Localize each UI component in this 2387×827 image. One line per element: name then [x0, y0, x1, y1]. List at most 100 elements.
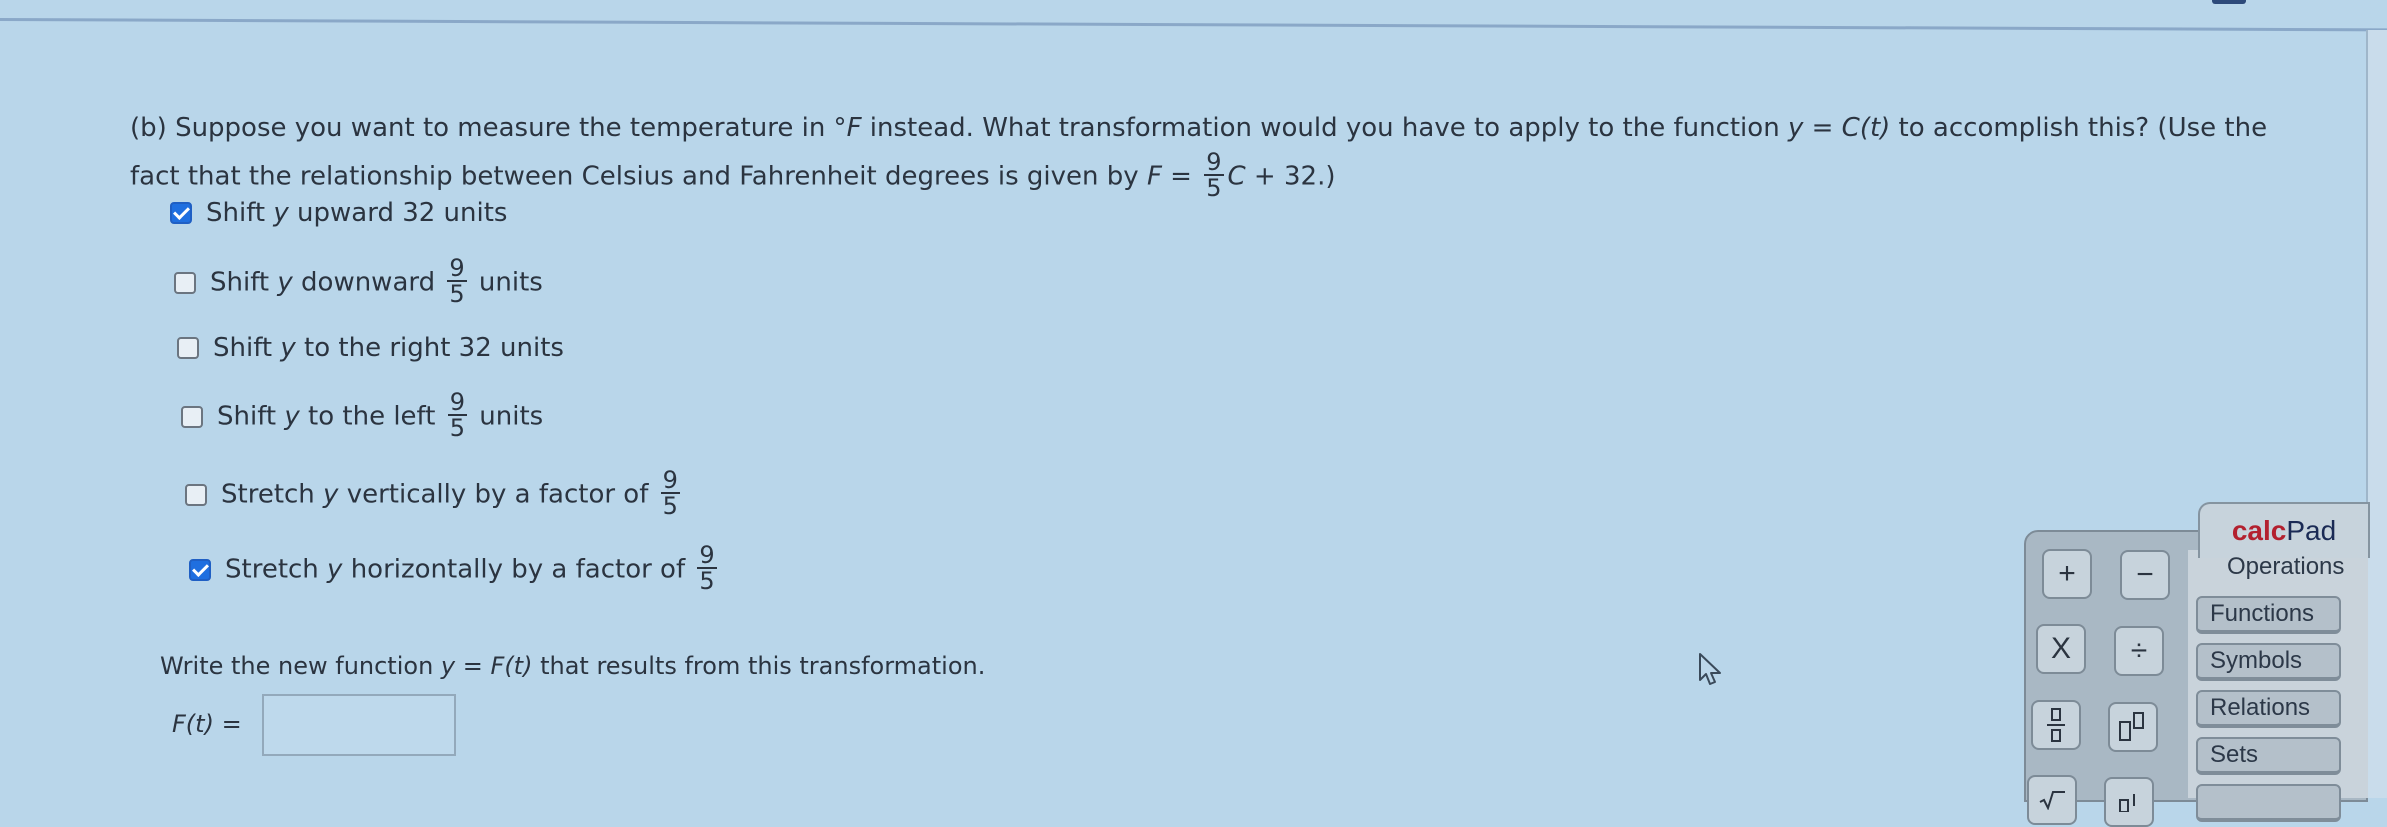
option-text: to the right 32 units	[295, 333, 564, 363]
answer-label-eq: =	[213, 710, 242, 738]
fraction-denominator: 5	[449, 280, 465, 308]
question-text-a: Suppose you want to measure the temperat…	[175, 113, 847, 143]
math-C: C	[1227, 161, 1246, 192]
part-label: (b)	[130, 113, 167, 143]
option-text: downward	[292, 267, 444, 298]
option-text: Shift	[210, 267, 278, 298]
checkbox-unchecked[interactable]	[174, 272, 196, 294]
calcpad-brand-pad: Pad	[2286, 515, 2337, 546]
fraction-numerator: 9	[660, 466, 680, 494]
option-text: Shift	[206, 198, 274, 228]
calcpad-tab-operations[interactable]: Operations	[2215, 548, 2360, 586]
math-eq-2: =	[1161, 161, 1201, 192]
fraction-9-5: 95	[447, 254, 467, 308]
answer-option[interactable]: Stretch y horizontally by a factor of 95	[189, 543, 721, 595]
subscript-key[interactable]	[2104, 777, 2154, 827]
option-label: Shift y to the left 95 units	[217, 388, 544, 442]
write-prompt-text: Write the new function	[160, 652, 441, 680]
calcpad-tab-more[interactable]	[2196, 784, 2341, 822]
calcpad-tab-sets[interactable]: Sets	[2196, 737, 2341, 775]
option-label: Stretch y vertically by a factor of 95	[221, 466, 684, 520]
fahrenheit-unit: F	[846, 113, 862, 143]
question-text-e: + 32.)	[1245, 161, 1336, 192]
answer-label-fn: F(t)	[172, 710, 214, 738]
write-prompt-text-end: that results from this transformation.	[532, 652, 986, 680]
answer-option[interactable]: Shift y to the left 95 units	[181, 388, 544, 442]
math-y: y	[440, 652, 456, 680]
option-text: Shift	[217, 401, 285, 432]
option-text: vertically by a factor of	[338, 479, 657, 510]
question-line-1: (b) Suppose you want to measure the temp…	[130, 104, 2350, 152]
question-text-c: to accomplish this? (Use the	[1890, 113, 2268, 143]
fraction-denominator: 5	[662, 492, 678, 520]
fraction-denominator: 5	[699, 567, 715, 595]
fraction-denominator: 5	[1206, 174, 1222, 202]
answer-input[interactable]	[262, 694, 456, 756]
subscript-template-icon	[2119, 794, 2135, 812]
checkbox-checked[interactable]	[170, 202, 192, 224]
top-divider	[0, 18, 2387, 32]
fraction-numerator: 9	[447, 254, 467, 282]
checkbox-unchecked[interactable]	[185, 484, 207, 506]
answer-option[interactable]: Shift y to the right 32 units	[177, 333, 564, 363]
answer-option[interactable]: Shift y upward 32 units	[170, 198, 507, 228]
plus-key[interactable]: +	[2042, 549, 2092, 599]
fraction-9-5: 95	[660, 466, 680, 520]
option-text: Stretch	[221, 479, 324, 510]
question-line-2: fact that the relationship between Celsi…	[130, 148, 2350, 202]
option-text: Shift	[213, 333, 281, 363]
option-label: Shift y upward 32 units	[206, 198, 507, 228]
math-y: y	[284, 401, 300, 432]
math-F: F	[490, 652, 505, 680]
option-label: Stretch y horizontally by a factor of 95	[225, 543, 721, 595]
answer-option[interactable]: Stretch y vertically by a factor of 95	[185, 466, 684, 520]
option-label: Shift y to the right 32 units	[213, 333, 564, 363]
math-y: y	[277, 267, 293, 298]
answer-label: F(t) =	[172, 710, 242, 738]
option-text: units	[471, 401, 544, 432]
minus-icon: −	[2136, 558, 2154, 591]
fraction-numerator: 9	[1204, 148, 1224, 176]
question-text-b: instead. What transformation would you h…	[861, 113, 1788, 143]
option-text: horizontally by a factor of	[342, 554, 694, 585]
write-prompt: Write the new function y = F(t) that res…	[160, 652, 985, 680]
calcpad-tab-relations[interactable]: Relations	[2196, 690, 2341, 728]
checkbox-unchecked[interactable]	[181, 406, 203, 428]
sqrt-icon	[2039, 791, 2065, 810]
fraction-9-5: 95	[1204, 148, 1224, 202]
times-key[interactable]: X	[2036, 624, 2086, 674]
fraction-9-5: 95	[447, 388, 467, 442]
math-y: y	[280, 333, 296, 363]
option-label: Shift y downward 95 units	[210, 254, 543, 308]
checkbox-checked[interactable]	[189, 559, 211, 581]
math-F: F	[1146, 161, 1162, 192]
plus-icon: +	[2058, 557, 2076, 590]
fraction-denominator: 5	[449, 414, 465, 442]
calcpad-tab-symbols[interactable]: Symbols	[2196, 643, 2341, 681]
minus-key[interactable]: −	[2120, 550, 2170, 600]
math-eq: =	[1803, 113, 1842, 143]
mouse-cursor-icon	[1699, 653, 1721, 685]
sqrt-key[interactable]	[2027, 775, 2077, 825]
answer-option[interactable]: Shift y downward 95 units	[174, 254, 543, 308]
calcpad-brand-calc: calc	[2231, 515, 2287, 546]
exponent-key[interactable]	[2108, 702, 2158, 752]
math-t: (t)	[504, 652, 533, 680]
divide-icon: ÷	[2130, 634, 2148, 667]
math-eq: =	[455, 652, 491, 680]
calcpad-tab-functions[interactable]: Functions	[2196, 596, 2341, 634]
fraction-key[interactable]	[2031, 700, 2081, 750]
question-text-d: fact that the relationship between Celsi…	[130, 161, 1147, 192]
math-y: y	[323, 479, 339, 510]
checkbox-unchecked[interactable]	[177, 337, 199, 359]
times-icon: X	[2050, 632, 2071, 665]
option-text: Stretch	[225, 554, 328, 585]
top-toolbar-remnant	[2212, 0, 2246, 4]
option-text: units	[470, 267, 543, 298]
option-text: to the left	[299, 401, 444, 432]
divide-key[interactable]: ÷	[2114, 626, 2164, 676]
math-y: y	[327, 554, 343, 585]
math-y: y	[1787, 113, 1804, 143]
option-text: upward 32 units	[288, 198, 508, 228]
fraction-numerator: 9	[447, 388, 467, 416]
